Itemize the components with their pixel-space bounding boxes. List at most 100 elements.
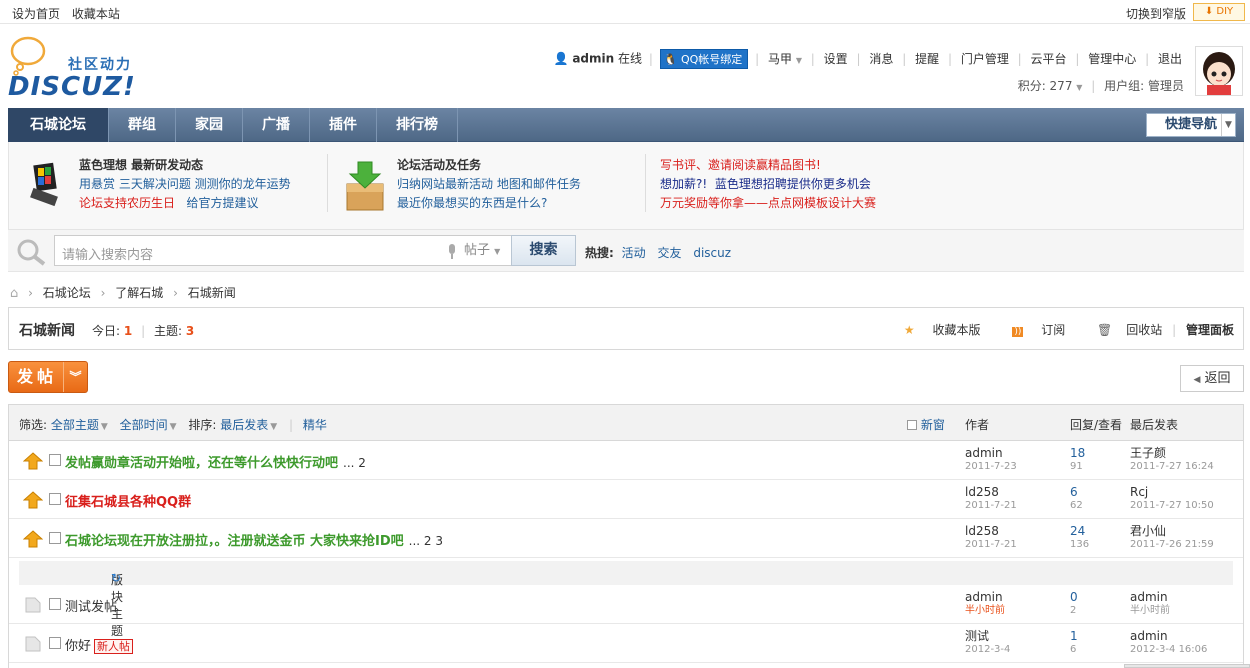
hot-keyword[interactable]: 活动: [622, 246, 646, 260]
new-window-toggle[interactable]: 新窗: [907, 416, 945, 433]
nav-item-groups[interactable]: 群组: [109, 108, 176, 142]
last-poster[interactable]: 王子颜: [1130, 446, 1214, 460]
table-row[interactable]: 发帖赢勋章活动开始啦，还在等什么快快行动吧 ... 2 admin 2011-7-2…: [9, 441, 1243, 480]
avatar[interactable]: [1195, 46, 1243, 96]
table-row[interactable]: 石城论坛现在开放注册拉，。注册就送金币 大家快来抢ID吧 ... 2 3 ld25…: [9, 519, 1243, 558]
search-type-select[interactable]: 帖子 ▼: [460, 235, 512, 266]
table-row[interactable]: 征集石城县各种QQ群 ld258 2011-7-21 6 62 Rcj 2011-7-…: [9, 480, 1243, 519]
bookmark-site-link[interactable]: 收藏本站: [72, 7, 120, 21]
thread-subject[interactable]: 石城论坛现在开放注册拉，。注册就送金币 大家快来抢ID吧 ... 2 3: [65, 530, 443, 549]
reply-count[interactable]: 6: [1070, 485, 1083, 499]
cloud-platform-link[interactable]: 云平台: [1031, 52, 1067, 66]
last-poster[interactable]: 君小仙: [1130, 524, 1214, 538]
hot-keyword[interactable]: discuz: [693, 246, 731, 260]
author-name[interactable]: admin: [965, 446, 1017, 460]
nav-item-forum[interactable]: 石城论坛: [8, 108, 109, 142]
feature-1-title[interactable]: 蓝色理想 最新研发动态: [79, 156, 291, 175]
last-post-time[interactable]: 半小时前: [1130, 604, 1170, 618]
thread-title[interactable]: 测试发帖: [65, 600, 117, 615]
checkbox[interactable]: [907, 420, 917, 430]
recycle-bin-button[interactable]: 🗑 回收站: [1083, 323, 1162, 337]
set-homepage-link[interactable]: 设为首页: [12, 7, 60, 21]
digest-filter[interactable]: 精华: [303, 418, 327, 432]
nav-item-home[interactable]: 家园: [176, 108, 243, 142]
new-post-button[interactable]: 发帖 ︾: [8, 361, 88, 393]
site-logo[interactable]: 社区动力 DISCUZ!: [8, 34, 148, 104]
thread-pages[interactable]: ... 2: [343, 456, 366, 470]
credits-menu[interactable]: 积分: 277 ▼: [1018, 79, 1083, 93]
search-button[interactable]: 搜索: [511, 235, 576, 266]
reply-count[interactable]: 24: [1070, 524, 1089, 538]
sort-select[interactable]: 最后发表: [220, 418, 268, 432]
microphone-icon[interactable]: [447, 244, 457, 260]
reply-count[interactable]: 18: [1070, 446, 1085, 460]
double-chevron-down-icon[interactable]: ︾: [63, 362, 87, 392]
feature-1-lunar-link[interactable]: 论坛支持农历生日: [79, 196, 175, 210]
thread-subject[interactable]: 测试发帖: [65, 596, 117, 615]
search-input[interactable]: 请输入搜索内容: [54, 235, 464, 266]
settings-link[interactable]: 设置: [824, 52, 848, 66]
switch-width-link[interactable]: 切换到窄版: [1126, 5, 1186, 22]
breadcrumb-item[interactable]: 了解石城: [115, 286, 163, 300]
feature-3-raise-link[interactable]: 想加薪?!: [660, 177, 707, 191]
author-name[interactable]: ld258: [965, 485, 1017, 499]
quick-nav-button[interactable]: 快捷导航 ▼: [1146, 113, 1236, 137]
nav-item-plugins[interactable]: 插件: [310, 108, 377, 142]
feature-1-line1[interactable]: 用悬赏 三天解决问题 测测你的龙年运势: [79, 175, 291, 194]
admin-center-link[interactable]: 管理中心: [1088, 52, 1136, 66]
nav-item-broadcast[interactable]: 广播: [243, 108, 310, 142]
feature-2-line1[interactable]: 归纳网站最新活动 地图和邮件任务: [397, 175, 581, 194]
home-icon[interactable]: ⌂: [10, 286, 18, 301]
thread-checkbox[interactable]: [49, 598, 61, 610]
all-time-filter[interactable]: 全部时间: [120, 418, 168, 432]
portal-admin-link[interactable]: 门户管理: [961, 52, 1009, 66]
thread-pages[interactable]: ... 2 3: [409, 534, 443, 548]
last-poster[interactable]: admin: [1130, 590, 1170, 604]
hot-keyword[interactable]: 交友: [657, 246, 681, 260]
thread-subject[interactable]: 发帖赢勋章活动开始啦，还在等什么快快行动吧 ... 2: [65, 452, 366, 471]
all-topics-filter[interactable]: 全部主题: [51, 418, 99, 432]
thread-checkbox[interactable]: [49, 493, 61, 505]
last-post-time[interactable]: 2011-7-27 10:50: [1130, 499, 1214, 513]
thread-title[interactable]: 发帖赢勋章活动开始啦，还在等什么快快行动吧: [65, 456, 338, 471]
notices-link[interactable]: 提醒: [915, 52, 939, 66]
diy-button[interactable]: ⬇ DIY: [1193, 3, 1245, 21]
last-post-time[interactable]: 2011-7-26 21:59: [1130, 538, 1214, 552]
thread-title[interactable]: 石城论坛现在开放注册拉，。注册就送金币 大家快来抢ID吧: [65, 534, 404, 549]
last-post-time[interactable]: 2011-7-27 16:24: [1130, 460, 1214, 474]
user-group[interactable]: 用户组: 管理员: [1104, 79, 1184, 93]
table-row[interactable]: 测试发帖 admin 半小时前 02 admin 半小时前: [9, 585, 1243, 624]
breadcrumb-item[interactable]: 石城论坛: [43, 286, 91, 300]
last-post-time[interactable]: 2012-3-4 16:06: [1130, 643, 1207, 657]
back-button[interactable]: ◀ 返回: [1180, 365, 1244, 392]
thread-checkbox[interactable]: [49, 532, 61, 544]
breadcrumb-item[interactable]: 石城新闻: [188, 286, 236, 300]
feature-3-line3[interactable]: 万元奖励等你拿——点点网模板设计大赛: [660, 194, 876, 213]
feature-1-suggest-link[interactable]: 给官方提建议: [186, 196, 258, 210]
thread-subject[interactable]: 你好 新人帖: [65, 635, 134, 654]
thread-checkbox[interactable]: [49, 454, 61, 466]
horizontal-scrollbar[interactable]: [1124, 664, 1250, 668]
reply-count[interactable]: 0: [1070, 590, 1078, 604]
last-poster[interactable]: admin: [1130, 629, 1207, 643]
manage-panel-button[interactable]: 管理面板: [1186, 323, 1234, 337]
feature-2-title[interactable]: 论坛活动及任务: [397, 156, 581, 175]
table-row[interactable]: 你好 新人帖 测试 2012-3-4 16 admin 2012-3-4 16:06: [9, 624, 1243, 663]
thread-subject[interactable]: 征集石城县各种QQ群: [65, 491, 191, 510]
vest-menu[interactable]: 马甲 ▼: [768, 52, 802, 66]
messages-link[interactable]: 消息: [869, 52, 893, 66]
subscribe-button[interactable]: )) 订阅: [998, 323, 1065, 337]
author-name[interactable]: 测试: [965, 629, 1010, 643]
logout-link[interactable]: 退出: [1158, 52, 1182, 66]
nav-item-rankings[interactable]: 排行榜: [377, 108, 458, 142]
favorite-forum-button[interactable]: ★ 收藏本版: [890, 323, 981, 337]
thread-checkbox[interactable]: [49, 637, 61, 649]
qq-bind-button[interactable]: 🐧 QQ帐号绑定: [659, 49, 749, 69]
feature-2-line2[interactable]: 最近你最想买的东西是什么?: [397, 194, 581, 213]
feature-3-jobs-link[interactable]: 蓝色理想招聘提供你更多机会: [715, 177, 871, 191]
reply-count[interactable]: 1: [1070, 629, 1078, 643]
username[interactable]: admin: [572, 52, 614, 66]
thread-title[interactable]: 征集石城县各种QQ群: [65, 495, 191, 510]
author-name[interactable]: admin: [965, 590, 1005, 604]
refresh-icon[interactable]: ↻: [111, 571, 121, 585]
